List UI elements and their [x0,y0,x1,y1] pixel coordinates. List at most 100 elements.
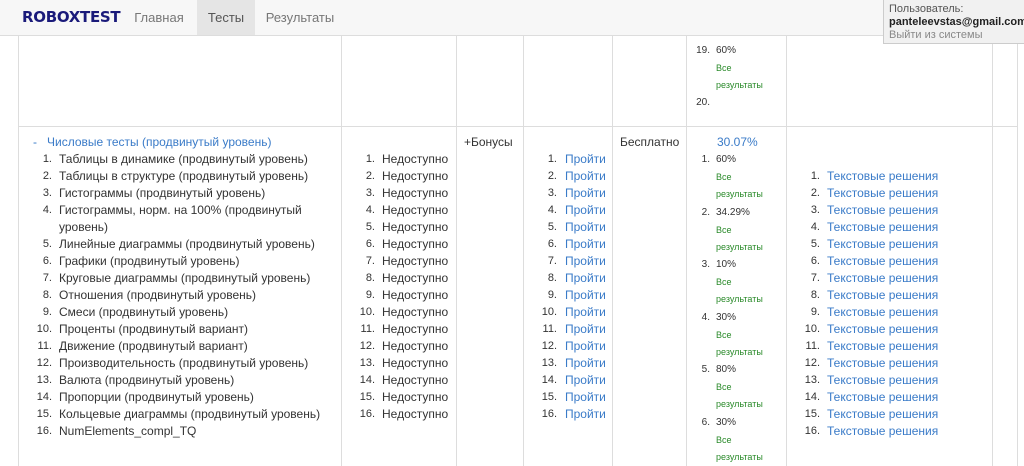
text-solutions-link[interactable]: Текстовые решения [827,202,938,219]
take-number: 8. [547,272,557,284]
test-number: 4. [42,204,52,216]
all-results-link[interactable]: Все [716,432,732,449]
solution-number: 3. [810,204,820,216]
row-divider [18,126,1018,127]
take-test-link[interactable]: Пройти [565,270,606,287]
take-test-link[interactable]: Пройти [565,372,606,389]
price-label: Бесплатно [620,135,680,149]
availability-number: 2. [365,170,375,182]
availability-number: 1. [365,153,375,165]
take-test-link[interactable]: Пройти [565,202,606,219]
test-name: Отношения (продвинутый уровень) [59,288,257,302]
take-test-link[interactable]: Пройти [565,406,606,423]
text-solutions-link[interactable]: Текстовые решения [827,406,938,423]
take-test-link[interactable]: Пройти [565,355,606,372]
all-results-link[interactable]: результаты [716,239,763,256]
section-title-link[interactable]: Числовые тесты (продвинутый уровень) [47,134,271,151]
availability-status: Недоступно [382,203,449,217]
availability-status: Недоступно [382,322,449,336]
text-solutions-link[interactable]: Текстовые решения [827,355,938,372]
all-results-link[interactable]: результаты [716,291,763,308]
test-name: Графики (продвинутый уровень) [59,254,240,268]
all-results-link[interactable]: Все [716,379,732,396]
column-divider [456,35,457,466]
text-solutions-link[interactable]: Текстовые решения [827,321,938,338]
test-name: Валюта (продвинутый уровень) [59,373,235,387]
all-results-link[interactable]: результаты [716,77,763,94]
take-number: 11. [542,323,557,335]
all-results-link[interactable]: Все [716,222,732,239]
availability-number: 7. [365,255,375,267]
text-solutions-link[interactable]: Текстовые решения [827,287,938,304]
result-value: 34.29% [716,206,750,218]
availability-number: 14. [359,374,375,386]
text-solutions-link[interactable]: Текстовые решения [827,253,938,270]
all-results-link[interactable]: результаты [716,344,763,361]
solution-number: 7. [810,272,820,284]
nav-item-tests[interactable]: Тесты [197,0,255,35]
solution-number: 4. [810,221,820,233]
take-number: 13. [541,357,557,369]
solution-number: 6. [810,255,820,267]
user-label: Пользователь: [889,3,964,15]
take-test-link[interactable]: Пройти [565,253,606,270]
take-test-link[interactable]: Пройти [565,219,606,236]
text-solutions-link[interactable]: Текстовые решения [827,270,938,287]
result-value: 60% [716,45,737,56]
test-name: Пропорции (продвинутый уровень) [59,390,254,404]
all-results-link[interactable]: Все [716,60,732,77]
all-results-link[interactable]: Все [716,274,732,291]
take-test-link[interactable]: Пройти [565,185,606,202]
take-test-link[interactable]: Пройти [565,338,606,355]
logout-link[interactable]: Выйти из системы [889,29,1024,42]
test-number: 1. [42,153,52,165]
all-results-link[interactable]: Все [716,327,732,344]
text-solutions-link[interactable]: Текстовые решения [827,236,938,253]
take-test-link[interactable]: Пройти [565,151,606,168]
brand-logo[interactable]: ROBOXTEST [22,8,121,26]
text-solutions-link[interactable]: Текстовые решения [827,372,938,389]
nav-item-results[interactable]: Результаты [258,0,342,35]
solution-number: 9. [810,306,820,318]
take-number: 2. [547,170,557,182]
column-divider [523,35,524,466]
top-navbar: ROBOXTEST Главная Тесты Результаты [0,0,1024,36]
text-solutions-link[interactable]: Текстовые решения [827,168,938,185]
text-solutions-link[interactable]: Текстовые решения [827,389,938,406]
section-toggle[interactable]: - [33,134,37,151]
availability-status: Недоступно [382,254,449,268]
test-name-continued: уровень) [59,220,109,234]
take-test-link[interactable]: Пройти [565,389,606,406]
take-number: 12. [541,340,557,352]
test-number: 3. [42,187,52,199]
test-number: 11. [37,340,52,352]
take-test-link[interactable]: Пройти [565,287,606,304]
all-results-link[interactable]: результаты [716,186,763,203]
all-results-link[interactable]: результаты [716,449,763,466]
bonus-label: +Бонусы [464,135,513,149]
text-solutions-link[interactable]: Текстовые решения [827,219,938,236]
result-value: 80% [716,364,737,375]
test-name: Линейные диаграммы (продвинутый уровень) [59,237,315,251]
availability-number: 15. [359,391,375,403]
test-name: Смеси (продвинутый уровень) [59,305,229,319]
text-solutions-link[interactable]: Текстовые решения [827,423,938,440]
take-test-link[interactable]: Пройти [565,321,606,338]
test-number: 2. [42,170,52,182]
take-test-link[interactable]: Пройти [565,168,606,185]
result-number: 5. [701,364,710,375]
result-value: 30% [716,311,737,323]
text-solutions-link[interactable]: Текстовые решения [827,304,938,321]
availability-status: Недоступно [382,152,449,166]
test-number: 9. [42,306,52,318]
take-test-link[interactable]: Пройти [565,304,606,321]
take-test-link[interactable]: Пройти [565,236,606,253]
test-name: Таблицы в структуре (продвинутый уровень… [59,169,309,183]
all-results-link[interactable]: Все [716,169,732,186]
table-border-right [1017,35,1018,466]
nav-item-home[interactable]: Главная [124,0,194,35]
text-solutions-link[interactable]: Текстовые решения [827,185,938,202]
availability-status: Недоступно [382,288,449,302]
text-solutions-link[interactable]: Текстовые решения [827,338,938,355]
all-results-link[interactable]: результаты [716,396,763,413]
